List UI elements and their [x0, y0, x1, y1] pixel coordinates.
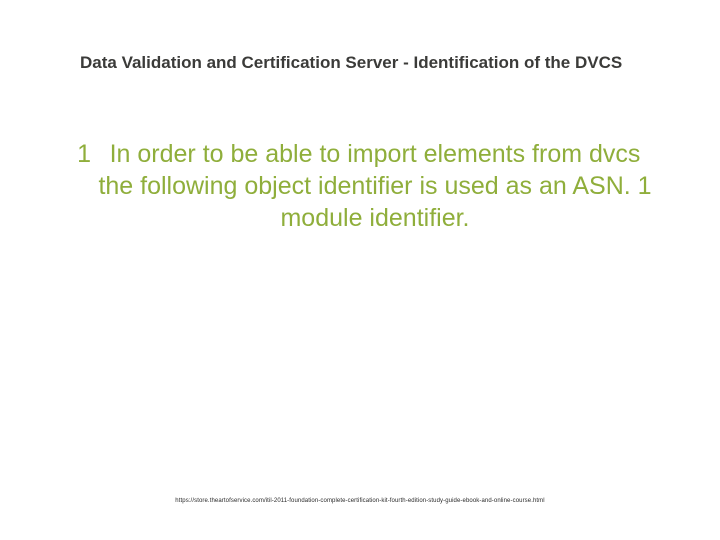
slide-title: Data Validation and Certification Server…: [80, 52, 660, 74]
slide-body: 1 In order to be able to import elements…: [90, 138, 660, 234]
body-wrap: 1 In order to be able to import elements…: [95, 138, 655, 234]
bullet-number: 1: [73, 138, 91, 170]
body-paragraph: In order to be able to import elements f…: [98, 140, 651, 232]
footer-url: https://store.theartofservice.com/itil-2…: [0, 498, 720, 504]
slide: Data Validation and Certification Server…: [0, 0, 720, 540]
